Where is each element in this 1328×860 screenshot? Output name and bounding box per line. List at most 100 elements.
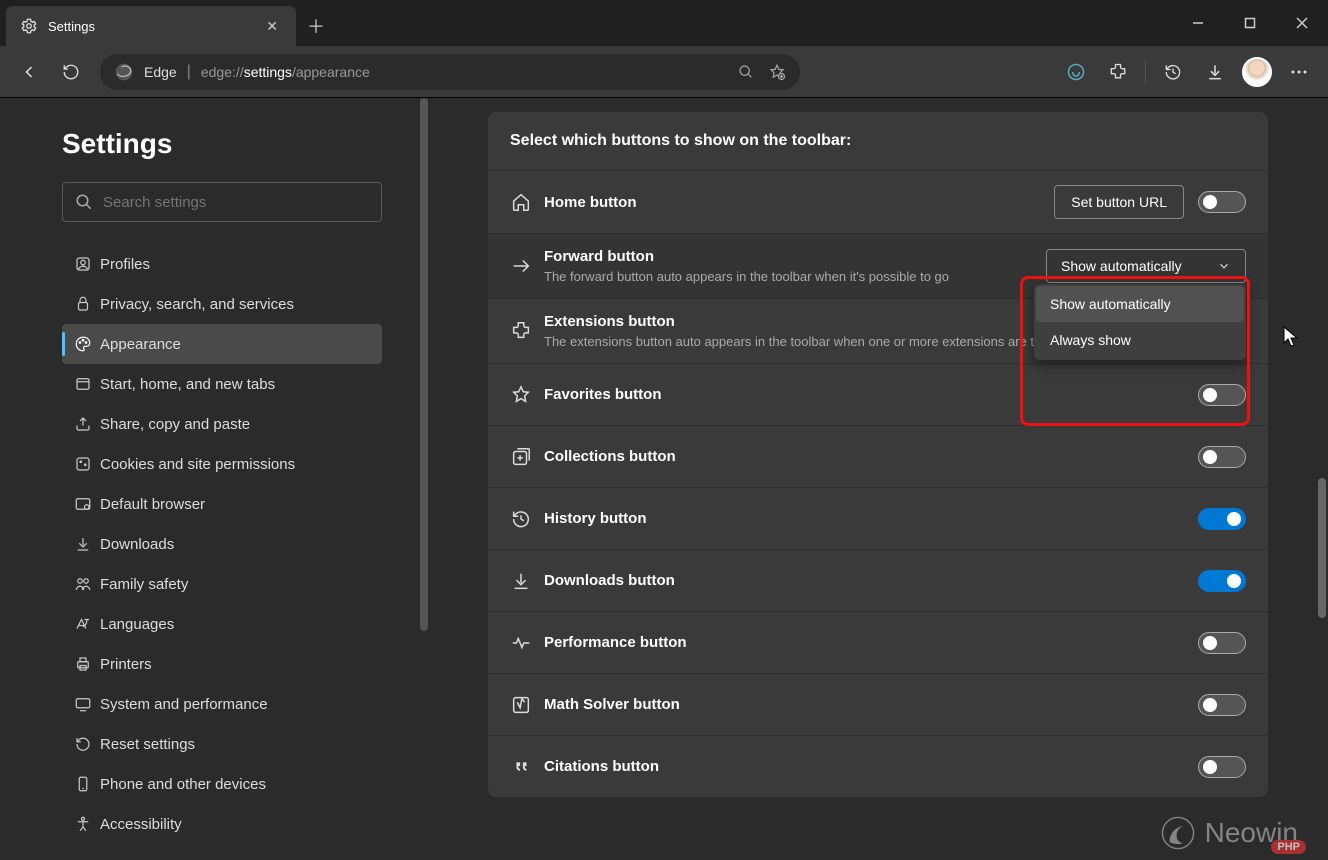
reset-icon: [74, 735, 100, 753]
extensions-icon[interactable]: [1097, 51, 1139, 93]
row-math: Math Solver button: [488, 673, 1268, 735]
downloads-icon[interactable]: [1194, 51, 1236, 93]
nav-default[interactable]: Default browser: [62, 484, 382, 524]
nav-printers[interactable]: Printers: [62, 644, 382, 684]
content-scrollbar[interactable]: [1318, 478, 1326, 618]
back-button[interactable]: [8, 51, 50, 93]
close-tab-icon[interactable]: ✕: [262, 14, 282, 39]
row-favorites: Favorites button: [488, 363, 1268, 425]
mouse-cursor: [1282, 325, 1300, 349]
close-window-button[interactable]: [1276, 0, 1328, 46]
option-always[interactable]: Always show: [1036, 322, 1244, 358]
performance-toggle[interactable]: [1198, 632, 1246, 654]
search-icon: [75, 193, 93, 211]
tab-title: Settings: [48, 19, 262, 34]
gear-icon: [20, 17, 38, 35]
php-badge: PHP: [1271, 840, 1306, 854]
collections-icon: [510, 446, 544, 468]
share-icon: [74, 415, 100, 433]
menu-button[interactable]: [1278, 51, 1320, 93]
palette-icon: [74, 335, 100, 353]
settings-content: Select which buttons to show on the tool…: [428, 98, 1328, 860]
puzzle-icon: [510, 320, 544, 342]
download-icon: [74, 535, 100, 553]
address-host: Edge: [144, 64, 177, 80]
shopping-icon[interactable]: [1055, 51, 1097, 93]
window-icon: [74, 375, 100, 393]
browser-tab[interactable]: Settings ✕: [6, 6, 296, 46]
nav-languages[interactable]: Languages: [62, 604, 382, 644]
neowin-logo-icon: [1161, 816, 1195, 850]
titlebar: Settings ✕ ＋: [0, 0, 1328, 46]
page-title: Settings: [62, 128, 398, 160]
phone-icon: [74, 775, 100, 793]
browser-toolbar: Edge | edge://settings/appearance: [0, 46, 1328, 98]
forward-icon: [510, 255, 544, 277]
row-performance: Performance button: [488, 611, 1268, 673]
nav-reset[interactable]: Reset settings: [62, 724, 382, 764]
math-icon: [510, 694, 544, 716]
row-downloads: Downloads button: [488, 549, 1268, 611]
nav-accessibility[interactable]: Accessibility: [62, 804, 382, 844]
watermark: Neowin PHP: [1161, 816, 1298, 850]
profile-avatar[interactable]: [1236, 51, 1278, 93]
nav-share[interactable]: Share, copy and paste: [62, 404, 382, 444]
history-icon[interactable]: [1152, 51, 1194, 93]
language-icon: [74, 615, 100, 633]
row-history: History button: [488, 487, 1268, 549]
quote-icon: [510, 756, 544, 778]
cookie-icon: [74, 455, 100, 473]
accessibility-icon: [74, 815, 100, 833]
nav-appearance[interactable]: Appearance: [62, 324, 382, 364]
history-row-icon: [510, 508, 544, 530]
forward-select[interactable]: Show automatically: [1046, 249, 1246, 283]
nav-phone[interactable]: Phone and other devices: [62, 764, 382, 804]
math-toggle[interactable]: [1198, 694, 1246, 716]
address-url: edge://settings/appearance: [201, 64, 370, 80]
toolbar-buttons-panel: Select which buttons to show on the tool…: [488, 112, 1268, 797]
nav-start[interactable]: Start, home, and new tabs: [62, 364, 382, 404]
favorite-icon[interactable]: [768, 63, 786, 81]
downloads-toggle[interactable]: [1198, 570, 1246, 592]
nav-family[interactable]: Family safety: [62, 564, 382, 604]
collections-toggle[interactable]: [1198, 446, 1246, 468]
browser-icon: [74, 495, 100, 513]
family-icon: [74, 575, 100, 593]
home-toggle[interactable]: [1198, 191, 1246, 213]
nav-privacy[interactable]: Privacy, search, and services: [62, 284, 382, 324]
star-icon: [510, 384, 544, 406]
row-forward: Forward button The forward button auto a…: [488, 233, 1268, 298]
panel-header: Select which buttons to show on the tool…: [488, 112, 1268, 170]
edge-logo-icon: [114, 62, 134, 82]
address-bar[interactable]: Edge | edge://settings/appearance: [100, 54, 800, 90]
search-input[interactable]: [103, 194, 369, 211]
favorites-toggle[interactable]: [1198, 384, 1246, 406]
option-auto[interactable]: Show automatically: [1036, 286, 1244, 322]
set-url-button[interactable]: Set button URL: [1054, 185, 1184, 219]
row-citations: Citations button: [488, 735, 1268, 797]
maximize-button[interactable]: [1224, 0, 1276, 46]
nav-profiles[interactable]: Profiles: [62, 244, 382, 284]
minimize-button[interactable]: [1172, 0, 1224, 46]
zoom-icon[interactable]: [738, 64, 754, 80]
profile-icon: [74, 255, 100, 273]
citations-toggle[interactable]: [1198, 756, 1246, 778]
printer-icon: [74, 655, 100, 673]
nav-downloads[interactable]: Downloads: [62, 524, 382, 564]
system-icon: [74, 695, 100, 713]
scrollbar[interactable]: [420, 98, 428, 631]
forward-dropdown: Show automatically Always show: [1034, 284, 1246, 360]
home-icon: [510, 191, 544, 213]
window-controls: [1172, 0, 1328, 46]
new-tab-button[interactable]: ＋: [296, 6, 336, 46]
settings-sidebar: Settings Profiles Privacy, search, and s…: [0, 98, 428, 860]
nav-system[interactable]: System and performance: [62, 684, 382, 724]
history-toggle[interactable]: [1198, 508, 1246, 530]
row-home: Home button Set button URL: [488, 170, 1268, 233]
refresh-button[interactable]: [50, 51, 92, 93]
row-collections: Collections button: [488, 425, 1268, 487]
chevron-down-icon: [1217, 259, 1231, 273]
lock-icon: [74, 295, 100, 313]
nav-cookies[interactable]: Cookies and site permissions: [62, 444, 382, 484]
search-settings[interactable]: [62, 182, 382, 222]
